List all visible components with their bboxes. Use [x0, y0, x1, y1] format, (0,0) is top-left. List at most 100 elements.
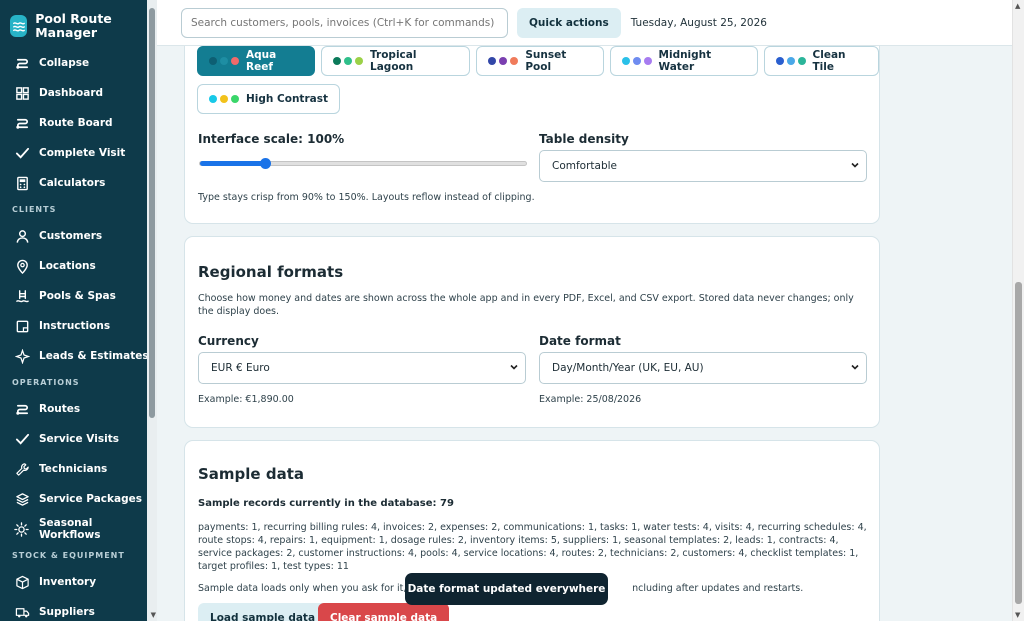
appearance-card: Aqua Reef Tropical Lagoon Sunset Pool Mi…	[184, 46, 880, 224]
sun-icon	[14, 521, 30, 537]
chevron-down-icon	[851, 364, 859, 370]
sample-note-right: ncluding after updates and restarts.	[632, 583, 804, 594]
sample-count-label: Sample records currently in the database…	[198, 498, 437, 509]
sample-breakdown: payments: 1, recurring billing rules: 4,…	[198, 522, 867, 572]
ladder-icon	[14, 288, 30, 304]
theme-chip-tropical-lagoon[interactable]: Tropical Lagoon	[321, 46, 471, 76]
nav-seasonal-workflows[interactable]: Seasonal Workflows	[0, 514, 157, 544]
section-clients: CLIENTS	[12, 205, 57, 214]
nav-service-visits[interactable]: Service Visits	[0, 424, 157, 454]
nav-label: Customers	[39, 230, 103, 242]
nav-label: Seasonal Workflows	[38, 517, 101, 541]
box-icon	[14, 574, 30, 590]
topbar: Quick actions Tuesday, August 25, 2026	[157, 0, 1012, 46]
nav-label: Service Packages	[39, 493, 142, 505]
clear-sample-data-button[interactable]: Clear sample data	[318, 603, 450, 621]
route-icon	[14, 401, 30, 417]
main-scrollbar-thumb[interactable]	[1015, 282, 1022, 604]
theme-chip-high-contrast[interactable]: High Contrast	[197, 84, 340, 114]
currency-select[interactable]: EUR € Euro	[198, 352, 526, 384]
main-content: Aqua Reef Tropical Lagoon Sunset Pool Mi…	[157, 46, 1012, 621]
regional-formats-title: Regional formats	[198, 263, 344, 281]
sparkle-icon	[14, 348, 30, 364]
nav-label: Locations	[39, 260, 96, 272]
theme-name: Midnight Water	[658, 49, 712, 73]
nav-label: Route Board	[39, 117, 113, 129]
main-scrollbar[interactable]: ▲ ▼	[1012, 0, 1024, 621]
interface-scale-label: Interface scale: 100%	[198, 132, 345, 146]
nav-pools-spas[interactable]: Pools & Spas	[0, 281, 157, 311]
scroll-up-arrow-icon[interactable]: ▲	[1015, 2, 1020, 10]
regional-formats-description: Choose how money and dates are shown acr…	[198, 293, 854, 317]
layers-icon	[14, 491, 30, 507]
sample-data-title: Sample data	[198, 465, 304, 483]
nav-customers[interactable]: Customers	[0, 221, 157, 251]
slider-fill	[200, 161, 265, 166]
nav-label: Instructions	[39, 320, 111, 332]
nav-leads-estimates[interactable]: Leads & Estimates	[0, 341, 157, 371]
nav-inventory[interactable]: Inventory	[0, 567, 157, 597]
wave-icon	[14, 55, 30, 71]
nav-collapse[interactable]: Collapse	[0, 48, 157, 78]
truck-icon	[14, 604, 30, 620]
sidebar: Pool Route Manager Collapse Dashboard Ro…	[0, 0, 157, 621]
nav-routes[interactable]: Routes	[0, 394, 157, 424]
swatch-icon	[488, 57, 519, 65]
search-input[interactable]	[181, 7, 508, 38]
currency-label: Currency	[198, 334, 259, 348]
sample-count-value: 79	[440, 498, 454, 509]
date-format-example: Example: 25/08/2026	[539, 394, 642, 405]
table-density-select[interactable]: Comfortable	[539, 150, 867, 182]
nav-label: Suppliers	[39, 606, 95, 618]
swatch-icon	[333, 57, 364, 65]
theme-chip-sunset-pool[interactable]: Sunset Pool	[476, 46, 604, 76]
date-format-select[interactable]: Day/Month/Year (UK, EU, AU)	[539, 352, 867, 384]
brand[interactable]: Pool Route Manager	[0, 0, 157, 48]
scroll-down-arrow-icon[interactable]: ▼	[1015, 611, 1020, 619]
sidebar-scrollbar-thumb[interactable]	[149, 8, 155, 418]
calculator-icon	[14, 175, 30, 191]
nav-technicians[interactable]: Technicians	[0, 454, 157, 484]
section-operations: OPERATIONS	[12, 378, 80, 387]
theme-chip-aqua-reef[interactable]: Aqua Reef	[197, 46, 316, 76]
theme-name: Clean Tile	[812, 49, 846, 73]
load-sample-data-button[interactable]: Load sample data	[198, 603, 328, 621]
nav-service-packages[interactable]: Service Packages	[0, 484, 157, 514]
pool-wave-icon	[10, 15, 28, 37]
nav-complete-visit[interactable]: Complete Visit	[0, 138, 157, 168]
nav-suppliers[interactable]: Suppliers	[0, 597, 157, 621]
theme-chip-midnight-water[interactable]: Midnight Water	[609, 46, 758, 76]
chevron-down-icon	[510, 364, 518, 370]
swatch-icon	[209, 57, 239, 65]
section-stock-equipment: STOCK & EQUIPMENT	[12, 551, 125, 560]
theme-chips-row-1: Aqua Reef Tropical Lagoon Sunset Pool Mi…	[197, 46, 879, 76]
sidebar-scrollbar[interactable]: ▼	[147, 0, 157, 621]
wrench-icon	[14, 461, 30, 477]
nav-locations[interactable]: Locations	[0, 251, 157, 281]
nav-label: Leads & Estimates	[39, 350, 149, 362]
quick-actions-button[interactable]: Quick actions	[517, 7, 621, 38]
nav-label: Inventory	[39, 576, 97, 588]
theme-chip-clean-tile[interactable]: Clean Tile	[763, 46, 879, 76]
user-icon	[14, 228, 30, 244]
nav-route-board[interactable]: Route Board	[0, 108, 157, 138]
nav-calculators[interactable]: Calculators	[0, 168, 157, 198]
app-name: Pool Route Manager	[35, 11, 112, 40]
swatch-icon	[209, 95, 239, 103]
swatch-icon	[775, 57, 806, 65]
slider-thumb[interactable]	[260, 158, 271, 169]
regional-formats-card: Regional formats Choose how money and da…	[184, 236, 880, 428]
nav-label: Pools & Spas	[39, 290, 116, 302]
interface-scale-slider[interactable]	[199, 158, 527, 169]
select-value: EUR € Euro	[211, 362, 270, 374]
nav-label: Routes	[39, 403, 81, 415]
nav-label: Service Visits	[39, 433, 119, 445]
nav-instructions[interactable]: Instructions	[0, 311, 157, 341]
nav-label: Calculators	[39, 177, 106, 189]
nav-dashboard[interactable]: Dashboard	[0, 78, 157, 108]
scroll-down-arrow-icon[interactable]: ▼	[151, 611, 156, 619]
theme-name: Aqua Reef	[246, 49, 277, 73]
sample-count-line: Sample records currently in the database…	[198, 498, 454, 509]
scale-hint: Type stays crisp from 90% to 150%. Layou…	[198, 192, 535, 203]
chevron-down-icon	[851, 162, 859, 168]
